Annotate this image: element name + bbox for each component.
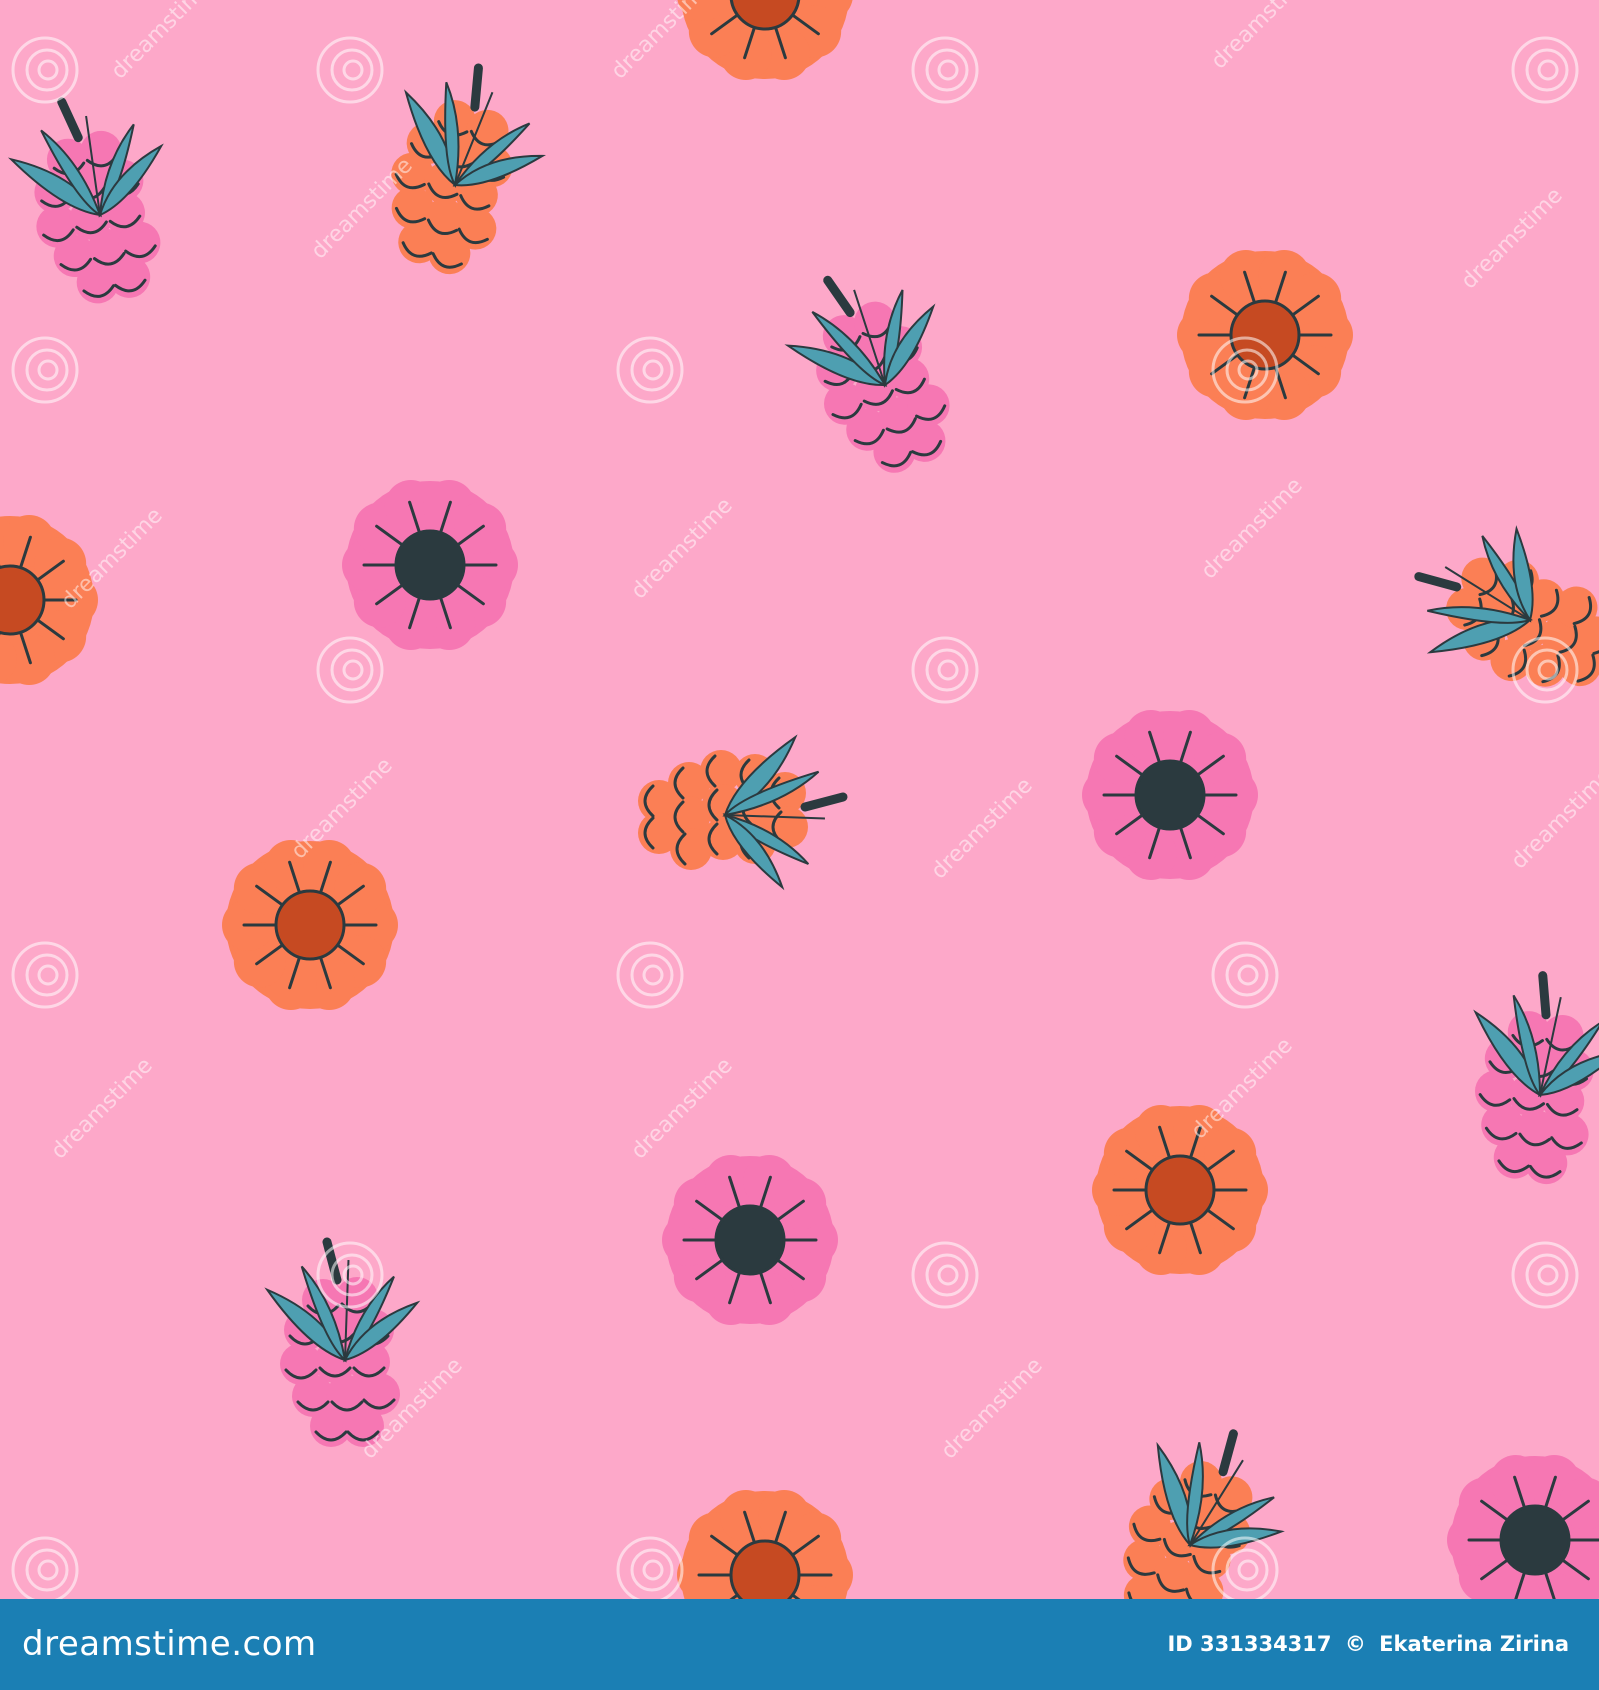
pink-raspberry (1473, 971, 1599, 1185)
spiral-logo-icon (911, 36, 979, 104)
watermark-text: dreamstime (107, 0, 218, 84)
spiral-logo-icon (316, 636, 384, 704)
spiral-logo-icon (911, 636, 979, 704)
watermark-text: dreamstime (1207, 0, 1318, 74)
orange-raspberry-top (677, 0, 853, 80)
pink-raspberry-top (662, 1155, 838, 1325)
pink-raspberry-top (1082, 710, 1258, 880)
spiral-logo-icon (616, 941, 684, 1009)
watermark-text: dreamstime (627, 1053, 738, 1164)
watermark-text: dreamstime (1457, 183, 1568, 294)
orange-raspberry-top (677, 1490, 853, 1599)
watermark-text: dreamstime (1187, 1033, 1298, 1144)
footer-credit: ID 331334317 © Ekaterina Zirina (1167, 1599, 1575, 1690)
orange-raspberry-top (1092, 1105, 1268, 1275)
pink-raspberry-top (1447, 1455, 1599, 1599)
image-id: ID 331334317 (1167, 1632, 1332, 1656)
watermark-text: dreamstime (937, 1353, 1048, 1464)
berry-pattern: dreamstime dreamstime dreamstime dreamstime… (0, 0, 1599, 1599)
spiral-logo-icon (316, 36, 384, 104)
orange-raspberry (638, 734, 848, 891)
pink-raspberry-top (342, 480, 518, 650)
spiral-logo-icon (1511, 36, 1579, 104)
footer-bar: dreamstime.com ID 331334317 © Ekaterina … (0, 1599, 1599, 1690)
spiral-logo-icon (1511, 1241, 1579, 1309)
copyright-icon: © (1344, 1632, 1366, 1656)
spiral-logo-icon (616, 1536, 684, 1599)
spiral-logo-icon (11, 336, 79, 404)
author-name: Ekaterina Zirina (1379, 1632, 1569, 1656)
orange-raspberry-top (222, 840, 398, 1010)
watermark-text: dreamstime (927, 773, 1038, 884)
watermark-text: dreamstime (1197, 473, 1308, 584)
pink-raspberry (784, 275, 950, 473)
footer-logo[interactable]: dreamstime.com (22, 1599, 317, 1690)
spiral-logo-icon (11, 36, 79, 104)
spiral-logo-icon (616, 336, 684, 404)
watermark-text: dreamstime (627, 493, 738, 604)
watermark-text: dreamstime (47, 1053, 158, 1164)
watermark-text: dreamstime (1507, 763, 1599, 874)
spiral-logo-icon (911, 1241, 979, 1309)
spiral-logo-icon (1211, 941, 1279, 1009)
spiral-logo-icon (11, 1536, 79, 1599)
pink-raspberry (7, 97, 164, 304)
spiral-logo-icon (11, 941, 79, 1009)
orange-raspberry (1414, 525, 1599, 687)
